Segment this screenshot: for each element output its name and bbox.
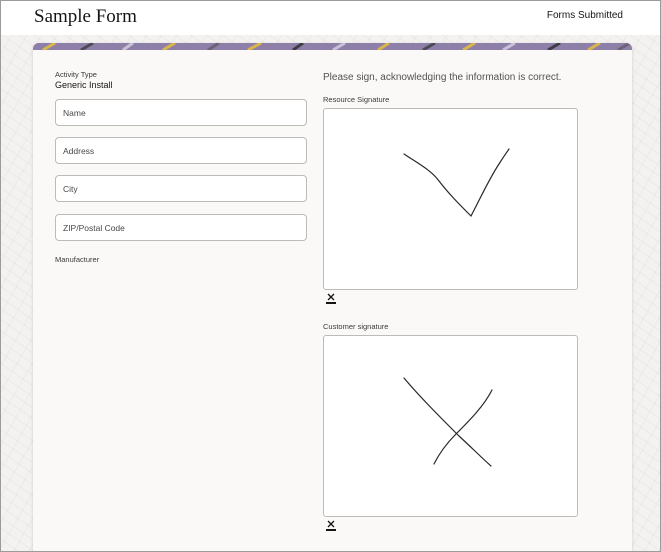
resource-signature-pad[interactable]	[323, 108, 578, 290]
customer-clear-icon[interactable]	[325, 520, 337, 532]
customer-signature-pad[interactable]	[323, 335, 578, 517]
activity-type-label: Activity Type	[55, 70, 97, 79]
resource-signature-stroke	[403, 148, 510, 217]
decorative-banner	[33, 43, 632, 50]
page-title: Sample Form	[34, 6, 137, 27]
top-bar: Sample Form Forms Submitted	[1, 1, 660, 35]
city-placeholder: City	[63, 184, 78, 194]
customer-signature-label: Customer signature	[323, 322, 389, 331]
address-placeholder: Address	[63, 146, 95, 156]
forms-submitted-link[interactable]: Forms Submitted	[547, 10, 623, 21]
name-field[interactable]: Name	[55, 99, 307, 126]
customer-signature-stroke	[403, 377, 493, 467]
zip-placeholder: ZIP/Postal Code	[63, 223, 125, 233]
zip-field[interactable]: ZIP/Postal Code	[55, 214, 307, 241]
form-card: Activity Type Generic Install Name Addre…	[33, 43, 632, 551]
signature-prompt: Please sign, acknowledging the informati…	[323, 72, 562, 83]
resource-clear-icon[interactable]	[325, 293, 337, 305]
city-field[interactable]: City	[55, 175, 307, 202]
app-frame: Sample Form Forms Submitted Activity Typ…	[0, 0, 661, 552]
address-field[interactable]: Address	[55, 137, 307, 164]
resource-signature-label: Resource Signature	[323, 95, 390, 104]
name-placeholder: Name	[63, 108, 86, 118]
activity-type-value: Generic Install	[55, 80, 113, 90]
manufacturer-label: Manufacturer	[55, 255, 100, 264]
